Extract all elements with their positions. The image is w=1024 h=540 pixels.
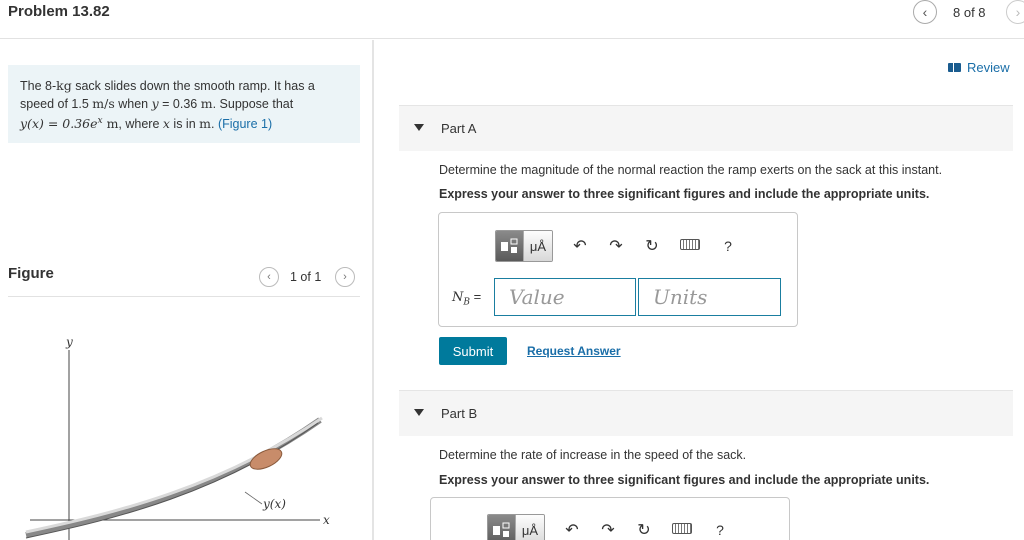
prev-figure-button[interactable]: ‹ — [259, 267, 279, 287]
redo-icon[interactable]: ↷ — [607, 236, 625, 256]
help-icon[interactable]: ? — [711, 522, 729, 538]
var-sub-b: B — [463, 297, 470, 308]
figure-heading: Figure — [8, 265, 54, 282]
keyboard-button[interactable] — [679, 237, 701, 255]
part-a-instruction: Express your answer to three significant… — [439, 187, 930, 201]
part-b-header[interactable]: Part B — [399, 390, 1013, 436]
curve-label: y(x) — [262, 497, 286, 511]
keyboard-icon — [672, 523, 692, 534]
caret-down-icon — [414, 124, 424, 131]
chevron-left-icon: ‹ — [267, 271, 271, 283]
reset-icon[interactable]: ↻ — [643, 236, 661, 256]
panel-divider — [372, 40, 374, 540]
problem-text: = 0.36 — [158, 97, 201, 111]
mu-angstrom-icon: μÅ — [521, 522, 539, 538]
figure-pager: 1 of 1 — [290, 270, 322, 284]
keyboard-button[interactable] — [671, 521, 693, 539]
template-group: μÅ — [495, 230, 553, 262]
submit-button[interactable]: Submit — [439, 337, 507, 365]
part-a-question: Determine the magnitude of the normal re… — [439, 163, 943, 177]
keyboard-icon — [680, 239, 700, 250]
help-icon[interactable]: ? — [719, 238, 737, 254]
equation: y(x) = 0.36e — [20, 116, 98, 132]
part-b-label: Part B — [441, 406, 478, 421]
equals-sign: = — [470, 289, 482, 304]
x-axis-label: x — [323, 513, 330, 527]
var-n: N — [452, 290, 464, 305]
request-answer-link[interactable]: Request Answer — [527, 344, 621, 358]
top-bar: Problem 13.82 ‹ 8 of 8 › — [0, 0, 1024, 39]
prev-problem-button[interactable]: ‹ — [913, 0, 937, 24]
problem-text: when — [114, 97, 152, 111]
templates-button[interactable] — [496, 231, 524, 261]
review-label: Review — [967, 60, 1010, 75]
unit-kg: kg — [56, 78, 72, 93]
unit-speed: m/s — [92, 96, 115, 111]
reset-icon[interactable]: ↻ — [635, 520, 653, 540]
templates-button[interactable] — [488, 515, 516, 540]
unit-m: m — [200, 96, 213, 111]
figure-divider — [8, 296, 360, 297]
mu-angstrom-icon: μÅ — [529, 238, 547, 254]
unit-m: m — [102, 116, 119, 132]
problem-text: , where — [118, 117, 163, 132]
value-input[interactable]: Value — [494, 278, 636, 316]
units-button[interactable]: μÅ — [524, 231, 552, 261]
problem-title: Problem 13.82 — [8, 3, 110, 20]
book-icon — [948, 63, 961, 72]
part-a-toolbar: μÅ ↶ ↷ ↻ ? — [495, 230, 737, 262]
problem-text: The 8- — [20, 79, 57, 93]
var-y: y — [151, 96, 159, 111]
chevron-right-icon: › — [343, 271, 347, 283]
problem-text: . Suppose that — [212, 97, 294, 111]
undo-icon[interactable]: ↶ — [571, 236, 589, 256]
part-b-answer-box: μÅ ↶ ↷ ↻ ? — [430, 497, 790, 540]
fraction-template-icon — [500, 238, 517, 253]
caret-down-icon — [414, 409, 424, 416]
problem-text: . — [211, 117, 218, 132]
undo-icon[interactable]: ↶ — [563, 520, 581, 540]
next-problem-button[interactable]: › — [1006, 0, 1024, 24]
curve-label-leader — [244, 491, 263, 505]
left-panel: The 8-kg sack slides down the smooth ram… — [0, 40, 372, 540]
units-button[interactable]: μÅ — [516, 515, 544, 540]
ramp-surface — [25, 417, 322, 538]
figure-link[interactable]: (Figure 1) — [218, 117, 272, 131]
review-link[interactable]: Review — [948, 60, 1010, 75]
part-a-label: Part A — [441, 121, 477, 136]
redo-icon[interactable]: ↷ — [599, 520, 617, 540]
chevron-left-icon: ‹ — [922, 4, 928, 20]
part-b-toolbar: μÅ ↶ ↷ ↻ ? — [487, 514, 729, 540]
part-b-instruction: Express your answer to three significant… — [439, 473, 930, 487]
ramp-highlight — [25, 416, 323, 534]
template-group: μÅ — [487, 514, 545, 540]
part-a-header[interactable]: Part A — [399, 105, 1013, 151]
part-b-question: Determine the rate of increase in the sp… — [439, 448, 747, 462]
part-a-answer-box: μÅ ↶ ↷ ↻ ? NB = Value Units — [438, 212, 798, 327]
fraction-template-icon — [492, 522, 509, 537]
nb-label: NB = — [452, 289, 481, 308]
chevron-right-icon: › — [1015, 4, 1021, 20]
next-figure-button[interactable]: › — [335, 267, 355, 287]
y-axis-label: y — [65, 335, 73, 349]
ramp-figure: y x y(x) — [25, 335, 330, 540]
units-input[interactable]: Units — [638, 278, 781, 316]
problem-pager: 8 of 8 — [953, 5, 986, 20]
problem-statement: The 8-kg sack slides down the smooth ram… — [8, 65, 360, 143]
unit-m: m — [199, 116, 211, 132]
var-x: x — [162, 116, 170, 132]
problem-text: is in — [169, 117, 200, 132]
